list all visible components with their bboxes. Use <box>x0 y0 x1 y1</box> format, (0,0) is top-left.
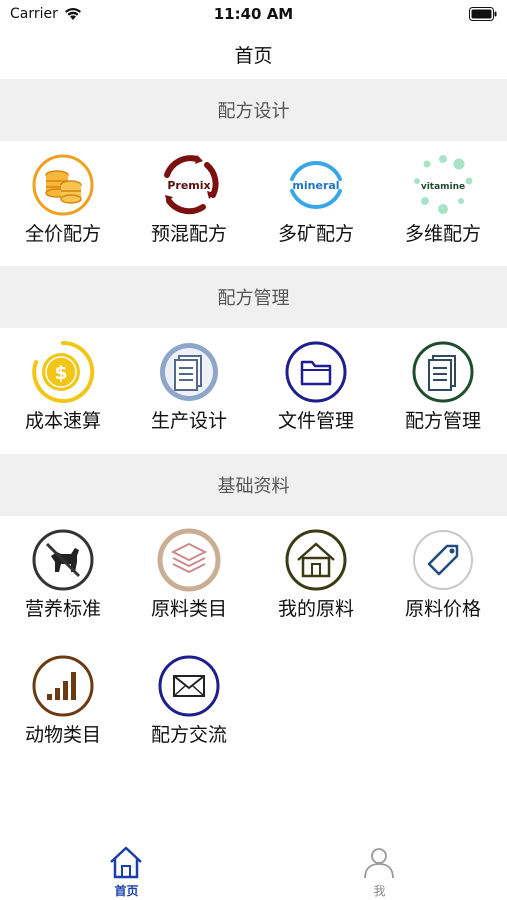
home-icon <box>110 846 142 879</box>
tile-formula-management[interactable]: 配方管理 <box>380 328 506 454</box>
tile-label: 原料价格 <box>404 598 481 620</box>
tile-nutrition-standard[interactable]: 营养标准 <box>0 516 126 642</box>
tab-label: 首页 <box>114 884 139 898</box>
tile-label: 多维配方 <box>404 223 481 245</box>
dog-icon <box>32 529 94 591</box>
tab-me[interactable]: 我 <box>253 838 506 900</box>
section-header-formula-management: 配方管理 <box>0 266 507 328</box>
list-doc-icon <box>412 341 474 403</box>
tile-label: 全价配方 <box>24 223 101 245</box>
bar-signal-icon <box>32 655 94 717</box>
coins-icon <box>32 154 94 216</box>
tab-home[interactable]: 首页 <box>0 838 253 900</box>
envelope-icon <box>158 655 220 717</box>
dollar-coin-icon: $ <box>32 340 95 403</box>
premix-icon: Premix <box>164 155 219 215</box>
section-header-formula-design: 配方设计 <box>0 79 507 141</box>
tile-ingredient-price[interactable]: 原料价格 <box>380 516 506 642</box>
page-title: 首页 <box>234 44 273 67</box>
mineral-icon: mineral <box>290 161 342 209</box>
document-list-icon <box>160 343 218 401</box>
tile-ingredient-category[interactable]: 原料类目 <box>126 516 252 642</box>
tile-full-price-formula[interactable]: 全价配方 <box>0 141 126 267</box>
tile-label: 配方管理 <box>404 410 481 432</box>
section-title: 配方管理 <box>217 288 290 309</box>
tile-file-management[interactable]: 文件管理 <box>253 328 379 454</box>
section-header-basic-data: 基础资料 <box>0 454 507 516</box>
tile-my-ingredients[interactable]: 我的原料 <box>253 516 379 642</box>
tile-formula-exchange[interactable]: 配方交流 <box>126 642 252 768</box>
tile-label: 预混配方 <box>150 223 227 245</box>
svg-text:Premix: Premix <box>167 179 210 192</box>
battery-icon <box>469 7 497 21</box>
tile-multi-vitamin-formula[interactable]: vitamine 多维配方 <box>380 141 506 267</box>
tile-label: 配方交流 <box>150 724 227 746</box>
tile-label: 营养标准 <box>24 598 101 620</box>
tile-multi-mineral-formula[interactable]: mineral 多矿配方 <box>253 141 379 267</box>
grid-row-basic-data-2: 动物类目 配方交流 <box>0 642 507 768</box>
grid-row-formula-management: $ 成本速算 生产设计 文件管理 配方管理 <box>0 328 507 454</box>
tile-animal-category[interactable]: 动物类目 <box>0 642 126 768</box>
tile-label: 原料类目 <box>150 598 227 620</box>
tile-label: 生产设计 <box>150 410 227 432</box>
section-title: 配方设计 <box>217 101 290 122</box>
clock: 11:40 AM <box>213 5 294 23</box>
layers-icon <box>157 528 221 592</box>
tile-label: 成本速算 <box>24 410 101 432</box>
svg-text:mineral: mineral <box>292 179 339 192</box>
svg-text:vitamine: vitamine <box>421 182 465 192</box>
section-title: 基础资料 <box>217 476 290 497</box>
grid-row-formula-design: 全价配方 Premix 预混配方 mineral 多矿配方 vitamine 多… <box>0 141 507 267</box>
vitamine-icon: vitamine <box>414 155 473 214</box>
person-icon <box>364 848 394 879</box>
navigation-bar: 首页 <box>0 30 507 78</box>
price-tag-icon <box>413 530 473 590</box>
svg-text:$: $ <box>54 362 67 384</box>
grid-row-basic-data-1: 营养标准 原料类目 我的原料 原料价格 <box>0 516 507 642</box>
folder-icon <box>285 341 347 403</box>
tab-label: 我 <box>373 884 386 898</box>
tile-cost-calculation[interactable]: $ 成本速算 <box>0 328 126 454</box>
house-icon <box>285 529 347 591</box>
status-bar: Carrier 11:40 AM <box>0 0 507 30</box>
tile-label: 我的原料 <box>277 598 354 620</box>
tile-production-design[interactable]: 生产设计 <box>126 328 252 454</box>
tile-label: 多矿配方 <box>277 223 354 245</box>
tile-label: 动物类目 <box>24 724 101 746</box>
tile-premix-formula[interactable]: Premix 预混配方 <box>126 141 252 267</box>
tile-label: 文件管理 <box>277 410 354 432</box>
tab-bar: 首页 我 <box>0 838 507 900</box>
